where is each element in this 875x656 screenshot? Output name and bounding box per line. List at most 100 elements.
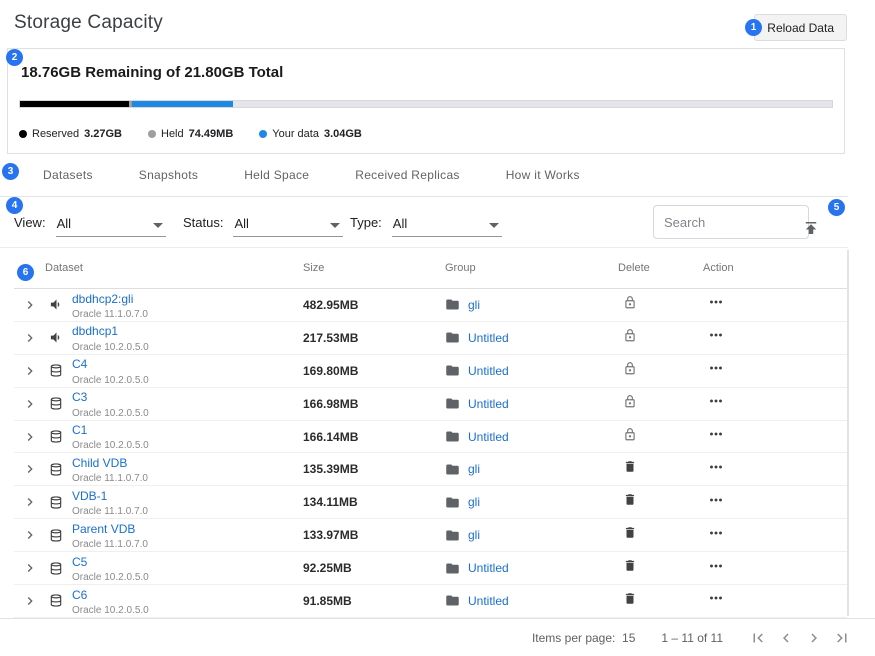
dataset-name-block: dbdhcp1 Oracle 10.2.0.5.0 [72, 322, 149, 353]
column-header-group[interactable]: Group [445, 262, 615, 274]
dataset-link[interactable]: C5 [72, 555, 87, 569]
lock-icon[interactable] [623, 295, 637, 310]
delete-cell [615, 525, 700, 545]
group-cell: gli [445, 297, 615, 312]
row-actions-button[interactable] [707, 392, 725, 410]
group-link[interactable]: Untitled [468, 331, 509, 345]
delete-cell [615, 558, 700, 578]
type-select[interactable]: All [392, 216, 502, 237]
trash-icon[interactable] [623, 525, 637, 540]
reload-data-button[interactable]: Reload Data [754, 14, 847, 41]
lock-icon[interactable] [623, 394, 637, 409]
row-actions-button[interactable] [707, 425, 725, 443]
dataset-link[interactable]: dbdhcp2:gli [72, 292, 133, 306]
row-actions-button[interactable] [707, 524, 725, 542]
filter-bar: View: All Status: All Type: All [0, 197, 848, 247]
column-header-action: Action [700, 262, 847, 274]
legend-label: Your data [272, 128, 319, 140]
column-header-dataset[interactable]: Dataset [14, 262, 303, 274]
dataset-link[interactable]: dbdhcp1 [72, 324, 118, 338]
row-expand-chevron[interactable] [22, 494, 40, 510]
dataset-link[interactable]: C6 [72, 588, 87, 602]
group-link[interactable]: Untitled [468, 594, 509, 608]
delete-cell [615, 492, 700, 512]
trash-icon[interactable] [623, 492, 637, 507]
chevron-right-icon[interactable] [805, 629, 823, 647]
tab-held-space[interactable]: Held Space [244, 168, 309, 182]
legend-value: 3.27GB [84, 128, 122, 140]
row-actions-button[interactable] [707, 491, 725, 509]
row-actions-button[interactable] [707, 293, 725, 311]
dataset-link[interactable]: Child VDB [72, 456, 127, 470]
trash-icon[interactable] [623, 591, 637, 606]
row-expand-chevron[interactable] [22, 429, 40, 445]
row-actions-button[interactable] [707, 458, 725, 476]
tab-how-it-works[interactable]: How it Works [506, 168, 580, 182]
group-link[interactable]: gli [468, 462, 480, 476]
tab-snapshots[interactable]: Snapshots [139, 168, 198, 182]
row-expand-chevron[interactable] [22, 297, 40, 313]
dataset-cell: VDB-1 Oracle 11.1.0.7.0 [14, 486, 303, 518]
group-link[interactable]: gli [468, 528, 480, 542]
dataset-link[interactable]: C3 [72, 390, 87, 404]
group-link[interactable]: gli [468, 298, 480, 312]
table-scrollbar[interactable] [847, 250, 849, 616]
export-icon [802, 225, 820, 240]
group-link[interactable]: Untitled [468, 364, 509, 378]
row-actions-button[interactable] [707, 359, 725, 377]
lock-icon[interactable] [623, 328, 637, 343]
view-select-value: All [57, 216, 71, 231]
column-header-size[interactable]: Size [303, 262, 445, 274]
row-actions-button[interactable] [707, 589, 725, 607]
export-button[interactable] [802, 219, 820, 237]
action-cell [700, 458, 847, 481]
items-per-page-value[interactable]: 15 [622, 631, 635, 645]
delete-cell [615, 459, 700, 479]
delete-cell [615, 328, 700, 348]
row-expand-chevron[interactable] [22, 527, 40, 543]
folder-icon [445, 363, 460, 378]
group-link[interactable]: gli [468, 495, 480, 509]
legend-label: Reserved [32, 128, 79, 140]
dataset-link[interactable]: Parent VDB [72, 522, 135, 536]
callout-1: 1 [745, 19, 762, 36]
storage-capacity-page: Storage Capacity Reload Data 18.76GB Rem… [0, 0, 875, 656]
row-expand-chevron[interactable] [22, 363, 40, 379]
group-cell: Untitled [445, 396, 615, 411]
dataset-link[interactable]: C1 [72, 423, 87, 437]
row-expand-chevron[interactable] [22, 330, 40, 346]
last-page-icon[interactable] [833, 629, 851, 647]
row-expand-chevron[interactable] [22, 593, 40, 609]
callout-2: 2 [6, 49, 23, 66]
lock-icon[interactable] [623, 361, 637, 376]
dataset-link[interactable]: VDB-1 [72, 489, 107, 503]
size-value: 482.95MB [303, 298, 445, 312]
row-actions-button[interactable] [707, 557, 725, 575]
folder-icon [445, 561, 460, 576]
row-expand-chevron[interactable] [22, 396, 40, 412]
group-link[interactable]: Untitled [468, 430, 509, 444]
status-select[interactable]: All [233, 216, 343, 237]
trash-icon[interactable] [623, 459, 637, 474]
items-per-page-label: Items per page: [532, 631, 615, 645]
view-select[interactable]: All [56, 216, 166, 237]
tab-datasets[interactable]: Datasets [43, 168, 93, 182]
tab-received-replicas[interactable]: Received Replicas [355, 168, 459, 182]
first-page-icon[interactable] [749, 629, 767, 647]
lock-icon[interactable] [623, 427, 637, 442]
group-link[interactable]: Untitled [468, 561, 509, 575]
dataset-subtitle: Oracle 10.2.0.5.0 [72, 408, 149, 420]
size-value: 135.39MB [303, 462, 445, 476]
search-input[interactable] [654, 206, 808, 238]
group-link[interactable]: Untitled [468, 397, 509, 411]
dataset-name-block: C3 Oracle 10.2.0.5.0 [72, 388, 149, 419]
trash-icon[interactable] [623, 558, 637, 573]
delete-cell [615, 394, 700, 414]
action-cell [700, 326, 847, 349]
row-expand-chevron[interactable] [22, 560, 40, 576]
vdb-icon [49, 396, 65, 411]
row-expand-chevron[interactable] [22, 461, 40, 477]
chevron-left-icon[interactable] [777, 629, 795, 647]
row-actions-button[interactable] [707, 326, 725, 344]
dataset-link[interactable]: C4 [72, 357, 87, 371]
